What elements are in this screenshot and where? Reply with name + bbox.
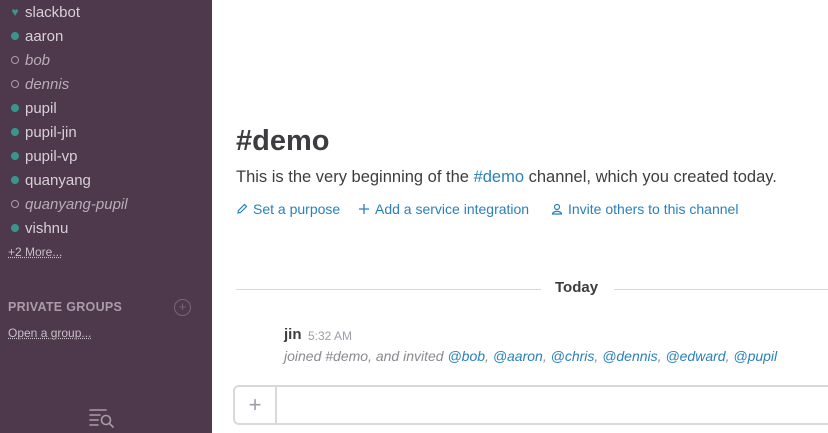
- add-group-button[interactable]: +: [174, 299, 191, 316]
- message-text: joined #demo, and invited: [284, 348, 448, 364]
- heart-icon: ♥: [11, 5, 19, 19]
- plus-circle-icon: +: [178, 299, 187, 314]
- message-input[interactable]: [279, 391, 823, 421]
- mention-aaron[interactable]: @aaron: [493, 348, 543, 364]
- dm-name: vishnu: [25, 219, 69, 237]
- dm-item-quanyang[interactable]: quanyang: [0, 168, 212, 192]
- online-presence-icon: [10, 32, 20, 40]
- day-divider-line-right: [614, 289, 828, 290]
- mention-edward[interactable]: @edward: [665, 348, 725, 364]
- more-dms-link[interactable]: +2 More...: [8, 245, 62, 259]
- pencil-icon: [237, 203, 248, 214]
- dm-item-pupil-jin[interactable]: pupil-jin: [0, 120, 212, 144]
- mention-separator: ,: [542, 348, 551, 364]
- offline-presence-icon: [10, 56, 20, 64]
- add-integration-label: Add a service integration: [375, 201, 530, 217]
- dm-name: quanyang: [25, 171, 91, 189]
- dm-item-dennis[interactable]: dennis: [0, 72, 212, 96]
- channel-link[interactable]: #demo: [474, 168, 524, 186]
- invite-others-button[interactable]: Invite others to this channel: [551, 201, 738, 217]
- dm-name: dennis: [25, 75, 70, 93]
- dm-item-pupil-vp[interactable]: pupil-vp: [0, 144, 212, 168]
- offline-presence-icon: [10, 200, 20, 208]
- online-presence-icon: [10, 104, 20, 112]
- day-divider-line-left: [236, 289, 541, 290]
- sidebar: ♥ slackbot aaron bob dennis pupil pupil-…: [0, 0, 212, 433]
- message-pane: #demo This is the very beginning of the …: [212, 0, 828, 433]
- add-integration-button[interactable]: Add a service integration: [358, 201, 529, 217]
- message-author[interactable]: jin: [284, 326, 302, 343]
- dm-item-quanyang-pupil[interactable]: quanyang-pupil: [0, 192, 212, 216]
- day-divider-label: Today: [555, 279, 599, 296]
- dm-name: pupil: [25, 99, 57, 117]
- message-body: joined #demo, and invited @bob, @aaron, …: [284, 348, 777, 364]
- dm-name: aaron: [25, 27, 64, 45]
- dm-item-aaron[interactable]: aaron: [0, 24, 212, 48]
- mention-pupil[interactable]: @pupil: [733, 348, 777, 364]
- dm-item-slackbot[interactable]: ♥ slackbot: [0, 0, 212, 24]
- invite-others-label: Invite others to this channel: [568, 201, 739, 217]
- quick-switcher-button[interactable]: [88, 406, 116, 428]
- online-presence-icon: [10, 176, 20, 184]
- online-presence-icon: [10, 128, 20, 136]
- set-purpose-label: Set a purpose: [253, 201, 341, 217]
- private-groups-heading[interactable]: PRIVATE GROUPS: [8, 300, 122, 314]
- online-presence-icon: [10, 224, 20, 232]
- intro-text-end: channel, which you created today.: [524, 168, 777, 186]
- online-presence-icon: [10, 152, 20, 160]
- list-search-icon: [89, 409, 114, 428]
- dm-item-vishnu[interactable]: vishnu: [0, 216, 212, 240]
- message-composer: +: [233, 385, 828, 425]
- mention-dennis[interactable]: @dennis: [602, 348, 657, 364]
- dm-item-pupil[interactable]: pupil: [0, 96, 212, 120]
- channel-title: #demo: [236, 125, 330, 157]
- set-purpose-button[interactable]: Set a purpose: [236, 201, 340, 217]
- message-timestamp[interactable]: 5:32 AM: [308, 329, 352, 343]
- intro-text-start: This is the very beginning of the: [236, 168, 474, 186]
- plus-icon: [359, 204, 369, 214]
- mention-bob[interactable]: @bob: [447, 348, 485, 364]
- plus-icon: +: [248, 392, 262, 417]
- open-group-link[interactable]: Open a group...: [8, 326, 91, 340]
- dm-name: slackbot: [25, 3, 81, 21]
- dm-name: pupil-jin: [25, 123, 77, 141]
- mention-chris[interactable]: @chris: [551, 348, 595, 364]
- file-upload-button[interactable]: +: [235, 387, 277, 423]
- user-icon: [551, 203, 563, 215]
- dm-name: bob: [25, 51, 51, 69]
- offline-presence-icon: [10, 80, 20, 88]
- dm-name: pupil-vp: [25, 147, 78, 165]
- channel-intro: This is the very beginning of the #demo …: [236, 168, 777, 187]
- dm-name: quanyang-pupil: [25, 195, 128, 213]
- mention-separator: ,: [485, 348, 493, 364]
- dm-item-bob[interactable]: bob: [0, 48, 212, 72]
